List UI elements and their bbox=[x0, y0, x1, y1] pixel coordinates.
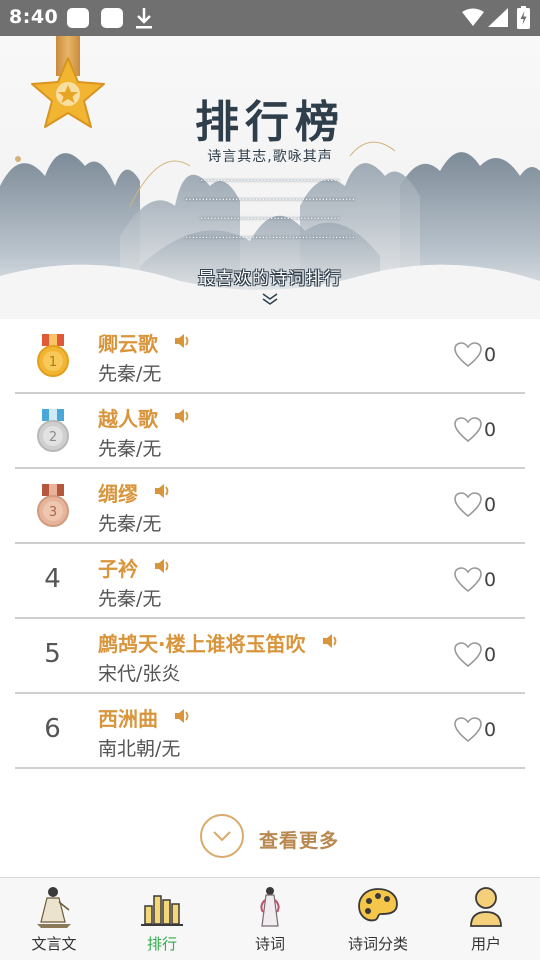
nav-item-user[interactable]: 用户 bbox=[432, 878, 540, 960]
poem-dynasty-author: 先秦/无 bbox=[98, 588, 162, 610]
bar-chart-icon bbox=[141, 895, 183, 926]
nav-label: 排行 bbox=[146, 935, 177, 953]
poem-dynasty-author: 南北朝/无 bbox=[98, 738, 181, 760]
medal-rank: 1 bbox=[48, 355, 58, 370]
rank-number: 4 bbox=[44, 564, 61, 594]
speaker-icon[interactable] bbox=[174, 408, 192, 424]
speaker-icon[interactable] bbox=[174, 333, 192, 349]
poem-title[interactable]: 绸缪 bbox=[98, 478, 172, 507]
heart-icon[interactable] bbox=[453, 341, 483, 368]
like-count: 0 bbox=[484, 644, 497, 666]
notification-icon bbox=[67, 8, 89, 28]
nav-item-poetry-categories[interactable]: 诗词分类 bbox=[324, 878, 432, 960]
chevron-down-icon[interactable] bbox=[261, 292, 279, 306]
wifi-icon bbox=[462, 8, 484, 26]
poem-dynasty-author: 先秦/无 bbox=[98, 513, 162, 535]
medal-rank: 2 bbox=[48, 430, 58, 445]
like-button[interactable]: 0 bbox=[453, 341, 503, 371]
scholar-icon bbox=[37, 887, 71, 928]
rank-number: 5 bbox=[44, 639, 61, 669]
intro-line: …………………………………… bbox=[200, 173, 340, 184]
like-count: 0 bbox=[484, 344, 497, 366]
heart-icon[interactable] bbox=[453, 416, 483, 443]
like-button[interactable]: 0 bbox=[453, 416, 503, 446]
like-button[interactable]: 0 bbox=[453, 641, 503, 671]
rank-number: 6 bbox=[44, 714, 61, 744]
ranking-row[interactable]: 1 卿云歌 先秦/无 0 bbox=[15, 319, 525, 394]
like-button[interactable]: 0 bbox=[453, 491, 503, 521]
view-more-circle[interactable] bbox=[200, 814, 244, 858]
heart-icon[interactable] bbox=[453, 716, 483, 743]
intro-line: …………………………………………… bbox=[185, 192, 355, 203]
rank-cell: 6 bbox=[15, 694, 90, 767]
nav-label: 诗词 bbox=[254, 935, 285, 953]
poem-title[interactable]: 卿云歌 bbox=[98, 328, 192, 357]
like-count: 0 bbox=[484, 419, 497, 441]
speaker-icon[interactable] bbox=[322, 633, 340, 649]
poem-title-text[interactable]: 绸缪 bbox=[98, 482, 138, 506]
like-button[interactable]: 0 bbox=[453, 716, 503, 746]
like-count: 0 bbox=[484, 719, 497, 741]
download-icon bbox=[136, 8, 152, 29]
ranking-row[interactable]: 2 越人歌 先秦/无 0 bbox=[15, 394, 525, 469]
intro-text: …………………………………… …………………………………………… …………………… bbox=[105, 169, 435, 245]
poem-title[interactable]: 子衿 bbox=[98, 553, 172, 582]
palette-icon bbox=[358, 888, 398, 922]
bottom-navigation: 文言文 排行 诗词 诗词分类 用户 bbox=[0, 877, 540, 960]
like-button[interactable]: 0 bbox=[453, 566, 503, 596]
speaker-icon[interactable] bbox=[174, 708, 192, 724]
ranking-row[interactable]: 4 子衿 先秦/无 0 bbox=[15, 544, 525, 619]
poem-title-text[interactable]: 鹧鸪天·楼上谁将玉笛吹 bbox=[98, 632, 306, 656]
poem-title[interactable]: 越人歌 bbox=[98, 403, 192, 432]
ranking-list: 1 卿云歌 先秦/无 0 2 越人歌 先秦/无 0 3 绸缪 先秦/无 0 4 … bbox=[15, 319, 525, 769]
heart-icon[interactable] bbox=[453, 566, 483, 593]
notification-icon bbox=[101, 8, 123, 28]
nav-label: 文言文 bbox=[31, 935, 77, 953]
user-icon bbox=[470, 887, 502, 927]
heart-icon[interactable] bbox=[453, 641, 483, 668]
poem-title-text[interactable]: 子衿 bbox=[98, 557, 138, 581]
nav-label: 诗词分类 bbox=[347, 935, 408, 953]
rank-cell: 5 bbox=[15, 619, 90, 692]
battery-charging-icon bbox=[517, 6, 530, 29]
speaker-icon[interactable] bbox=[154, 558, 172, 574]
chevron-down-icon bbox=[213, 831, 231, 842]
poem-title[interactable]: 西洲曲 bbox=[98, 703, 192, 732]
status-time: 8:40 bbox=[9, 6, 59, 28]
rank-cell: 3 bbox=[15, 469, 90, 542]
favorite-ranking-label: 最喜欢的诗词排行 bbox=[198, 269, 342, 289]
heart-icon[interactable] bbox=[453, 491, 483, 518]
rank-cell: 2 bbox=[15, 394, 90, 467]
rank-cell: 4 bbox=[15, 544, 90, 617]
speaker-icon[interactable] bbox=[154, 483, 172, 499]
intro-line: …………………………………………… bbox=[185, 230, 355, 241]
rank-cell: 1 bbox=[15, 319, 90, 392]
ranking-row[interactable]: 5 鹧鸪天·楼上谁将玉笛吹 宋代/张炎 0 bbox=[15, 619, 525, 694]
signal-icon bbox=[488, 8, 508, 27]
status-bar: 8:40 bbox=[0, 0, 540, 36]
poem-title-text[interactable]: 越人歌 bbox=[98, 407, 158, 431]
nav-label: 用户 bbox=[470, 935, 501, 953]
poem-dynasty-author: 先秦/无 bbox=[98, 363, 162, 385]
nav-item-poetry[interactable]: 诗词 bbox=[216, 878, 324, 960]
view-more-label[interactable]: 查看更多 bbox=[259, 826, 339, 853]
nav-item-ranking[interactable]: 排行 bbox=[108, 878, 216, 960]
poem-title[interactable]: 鹧鸪天·楼上谁将玉笛吹 bbox=[98, 628, 340, 657]
poem-title-text[interactable]: 西洲曲 bbox=[98, 707, 158, 731]
ranking-banner: 排行榜 诗言其志,歌咏其声 …………………………………… ……………………………… bbox=[0, 36, 540, 319]
poem-title-text[interactable]: 卿云歌 bbox=[98, 332, 158, 356]
poem-dynasty-author: 宋代/张炎 bbox=[98, 663, 181, 685]
medal-rank: 3 bbox=[48, 505, 58, 520]
view-more-button[interactable]: 查看更多 bbox=[200, 814, 350, 862]
like-count: 0 bbox=[484, 494, 497, 516]
ranking-row[interactable]: 6 西洲曲 南北朝/无 0 bbox=[15, 694, 525, 769]
poem-dynasty-author: 先秦/无 bbox=[98, 438, 162, 460]
lady-figure-icon bbox=[260, 887, 280, 927]
page-title: 排行榜 bbox=[195, 97, 345, 148]
like-count: 0 bbox=[484, 569, 497, 591]
page-subtitle: 诗言其志,歌咏其声 bbox=[207, 149, 333, 165]
nav-item-classical-prose[interactable]: 文言文 bbox=[0, 878, 108, 960]
intro-line: …………………………………… bbox=[200, 211, 340, 222]
ranking-row[interactable]: 3 绸缪 先秦/无 0 bbox=[15, 469, 525, 544]
